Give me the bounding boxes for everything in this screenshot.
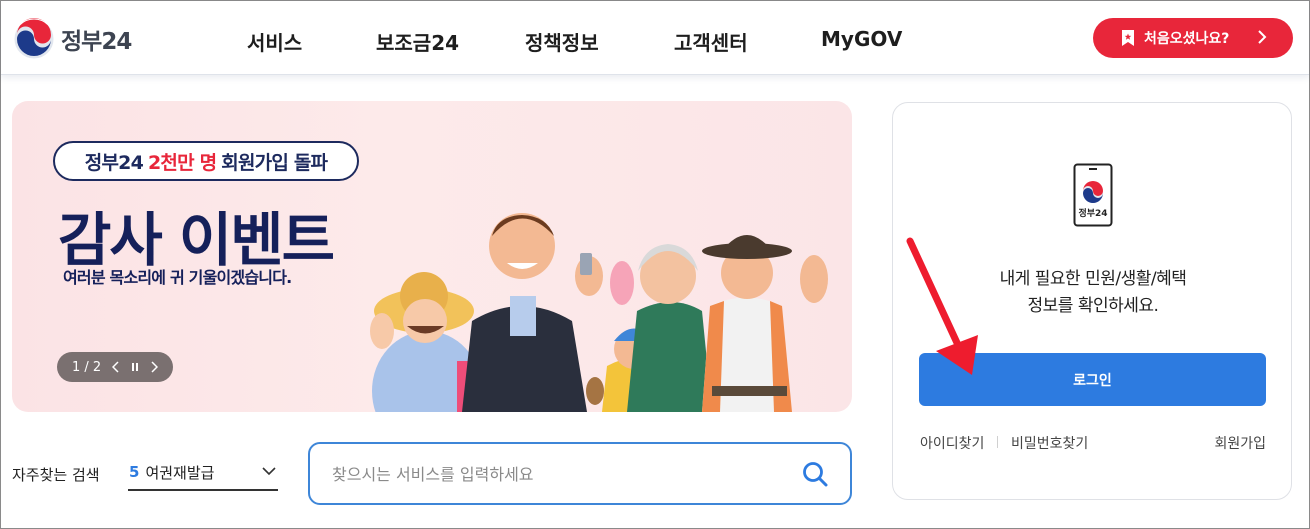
pause-slide-button[interactable]	[127, 352, 143, 382]
site-header: 정부24 서비스 보조금24 정책정보 고객센터 MyGOV 처음오셨나요?	[1, 1, 1309, 75]
first-visit-button[interactable]: 처음오셨나요?	[1093, 18, 1293, 58]
first-visit-label: 처음오셨나요?	[1144, 31, 1230, 47]
frequent-search-select[interactable]: 5 여권재발급	[128, 455, 278, 491]
link-divider	[997, 436, 998, 448]
event-banner[interactable]: 정부24 2천만 명 회원가입 돌파 감사 이벤트 여러분 목소리에 귀 기울이…	[12, 101, 852, 412]
find-password-link[interactable]: 비밀번호찾기	[1011, 433, 1088, 453]
bookmark-star-icon	[1122, 30, 1134, 46]
next-slide-button[interactable]	[146, 352, 162, 382]
mobile-app-label: 정부24	[1078, 209, 1108, 219]
frequent-search-label: 자주찾는 검색	[12, 466, 100, 484]
chevron-down-icon	[262, 467, 276, 476]
pill-accent: 2천만 명	[148, 151, 217, 174]
banner-subtitle: 여러분 목소리에 귀 기울이겠습니다.	[63, 268, 292, 287]
nav-policy[interactable]: 정책정보	[525, 27, 599, 56]
family-illustration	[370, 213, 828, 412]
pill-prefix: 정부24	[84, 151, 144, 174]
signup-link[interactable]: 회원가입	[1214, 433, 1266, 453]
nav-mygov[interactable]: MyGOV	[821, 27, 902, 51]
prev-slide-button[interactable]	[108, 352, 124, 382]
banner-pager: 1 / 2	[57, 352, 173, 382]
milestone-pill: 정부24 2천만 명 회원가입 돌파	[53, 141, 359, 181]
pager-count: 1 / 2	[72, 359, 102, 375]
search-input[interactable]	[332, 462, 782, 486]
pill-suffix: 회원가입 돌파	[221, 151, 328, 174]
chevron-right-icon	[151, 361, 158, 373]
pause-icon	[132, 363, 138, 371]
search-icon[interactable]	[802, 461, 828, 487]
frequent-item: 여권재발급	[145, 463, 215, 482]
search-box	[308, 442, 852, 505]
nav-customer-center[interactable]: 고객센터	[674, 27, 748, 56]
frequent-rank: 5	[129, 463, 140, 481]
chevron-left-icon	[112, 361, 119, 373]
nav-services[interactable]: 서비스	[247, 27, 302, 56]
find-id-link[interactable]: 아이디찾기	[920, 433, 984, 453]
red-arrow-annotation-icon	[906, 237, 978, 375]
nav-subsidy[interactable]: 보조금24	[376, 27, 459, 56]
chevron-right-icon	[1258, 30, 1267, 44]
